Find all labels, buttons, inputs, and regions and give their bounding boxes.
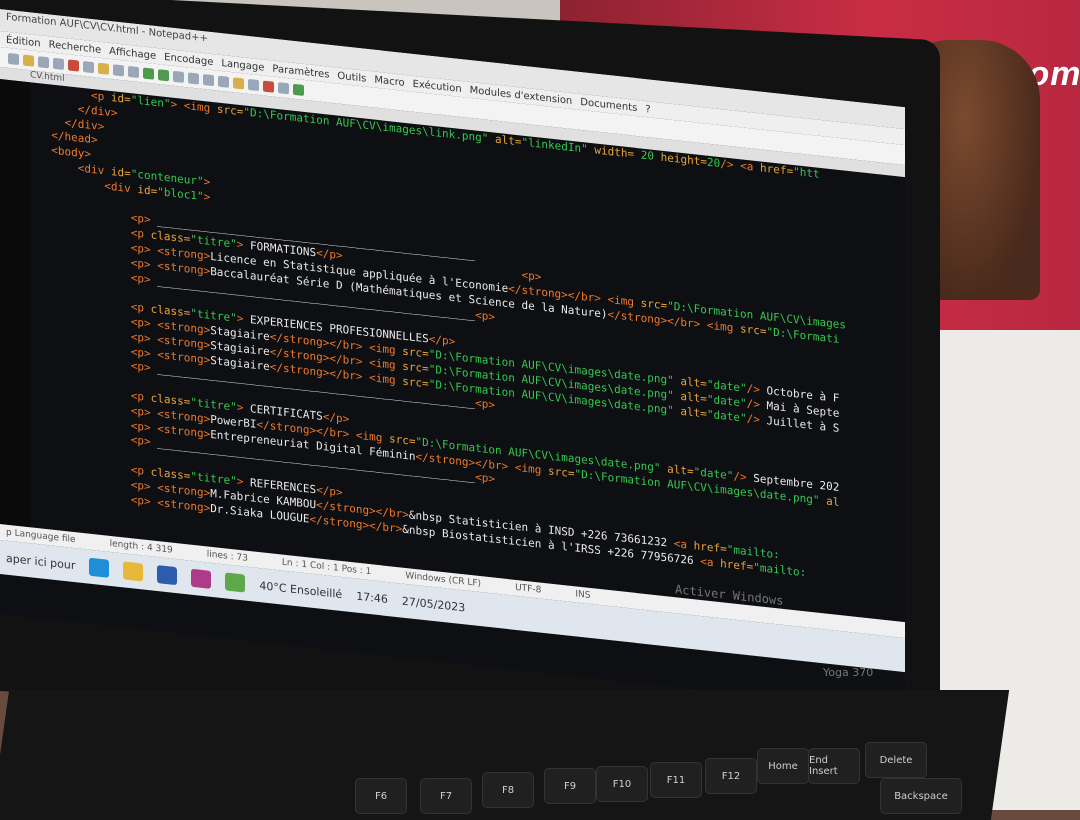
laptop-brand: Yoga 370 xyxy=(823,666,874,679)
taskbar-search[interactable]: aper ici pour xyxy=(6,551,75,572)
code-token: src= xyxy=(640,296,668,313)
line-number-gutter xyxy=(0,79,30,528)
menu-item[interactable]: Macro xyxy=(374,74,404,88)
code-token: /> xyxy=(733,469,747,484)
code-token: > xyxy=(203,175,211,189)
code-token: src= xyxy=(402,374,429,391)
code-token: src= xyxy=(402,359,429,376)
key-home[interactable]: Home xyxy=(757,748,809,784)
cut-icon[interactable] xyxy=(98,62,109,75)
code-token: <p> xyxy=(521,268,542,284)
code-token: href= xyxy=(693,538,727,556)
code-token: </p> xyxy=(322,409,350,426)
file-explorer-icon[interactable] xyxy=(123,561,144,582)
code-token: <p> xyxy=(475,396,495,413)
weather-widget[interactable]: 40°C Ensoleillé xyxy=(259,579,342,601)
code-token: id= xyxy=(110,165,131,181)
print-icon[interactable] xyxy=(83,60,94,73)
open-folder-icon[interactable] xyxy=(23,54,34,67)
new-file-icon[interactable] xyxy=(8,52,19,65)
word-icon[interactable] xyxy=(157,565,178,586)
menu-item[interactable]: ? xyxy=(645,103,650,115)
code-token: alt= xyxy=(667,462,694,478)
code-token: src= xyxy=(740,321,767,338)
code-token: /> xyxy=(746,381,760,397)
code-token: <a xyxy=(700,554,721,570)
code-token: </p> xyxy=(316,483,343,500)
undo-icon[interactable] xyxy=(143,67,154,80)
code-token: "htt xyxy=(793,164,820,181)
key-f10[interactable]: F10 xyxy=(596,766,648,802)
key-delete[interactable]: Delete xyxy=(865,742,927,778)
code-token: al xyxy=(826,494,840,509)
zoom-in-icon[interactable] xyxy=(203,73,214,86)
key-f9[interactable]: F9 xyxy=(544,768,596,804)
menu-item[interactable]: Outils xyxy=(337,70,366,84)
key-f12[interactable]: F12 xyxy=(705,758,757,794)
code-token: id= xyxy=(110,91,131,107)
code-token: src= xyxy=(547,463,575,480)
code-token: id= xyxy=(137,182,158,198)
wrap-icon[interactable] xyxy=(233,76,244,89)
redo-icon[interactable] xyxy=(158,68,169,81)
code-token: src= xyxy=(389,431,416,448)
clock-time: 17:46 xyxy=(356,589,388,606)
code-token: </p> xyxy=(428,332,456,349)
edge-icon[interactable] xyxy=(89,557,110,578)
clock-date: 27/05/2023 xyxy=(401,594,466,614)
code-token: <p> xyxy=(475,308,495,324)
code-token: <p> xyxy=(475,470,495,486)
key-f8[interactable]: F8 xyxy=(482,772,534,808)
code-token: > xyxy=(203,189,211,204)
code-token: src= xyxy=(402,344,429,361)
save-all-icon[interactable] xyxy=(53,57,64,70)
record-macro-icon[interactable] xyxy=(263,80,274,93)
code-token: src= xyxy=(216,102,244,119)
stop-macro-icon[interactable] xyxy=(278,81,289,94)
status-lines: lines : 73 xyxy=(206,549,248,564)
code-token: /> xyxy=(746,396,760,412)
paste-icon[interactable] xyxy=(128,65,139,78)
code-token: alt= xyxy=(680,389,707,406)
status-ins: INS xyxy=(575,589,591,602)
code-token: alt= xyxy=(495,132,522,149)
save-icon[interactable] xyxy=(38,55,49,68)
code-token: 20 xyxy=(706,155,721,171)
status-encoding: UTF-8 xyxy=(515,582,542,596)
code-token: href= xyxy=(759,161,794,178)
key-f11[interactable]: F11 xyxy=(650,762,702,798)
code-token: alt= xyxy=(680,374,707,391)
app-icon[interactable] xyxy=(191,568,212,589)
play-macro-icon[interactable] xyxy=(293,83,304,96)
laptop-bezel: Formation AUF\CV\CV.html - Notepad++ Édi… xyxy=(0,0,940,741)
code-token: /> xyxy=(746,411,760,426)
code-token: alt= xyxy=(680,404,707,421)
find-icon[interactable] xyxy=(173,70,184,83)
indent-guide-icon[interactable] xyxy=(248,78,259,91)
code-token: 20 xyxy=(634,147,661,164)
zoom-out-icon[interactable] xyxy=(218,75,229,88)
code-token: </p> xyxy=(316,246,343,263)
key-end[interactable]: End Insert xyxy=(808,748,860,784)
menu-item[interactable]: Édition xyxy=(6,34,41,49)
code-token: <a xyxy=(673,536,694,552)
copy-icon[interactable] xyxy=(113,63,124,76)
laptop-screen: Formation AUF\CV\CV.html - Notepad++ Édi… xyxy=(0,9,905,713)
code-token: href= xyxy=(720,556,754,574)
close-icon[interactable] xyxy=(68,58,79,72)
replace-icon[interactable] xyxy=(188,71,199,85)
notepadpp-icon[interactable] xyxy=(225,572,246,593)
